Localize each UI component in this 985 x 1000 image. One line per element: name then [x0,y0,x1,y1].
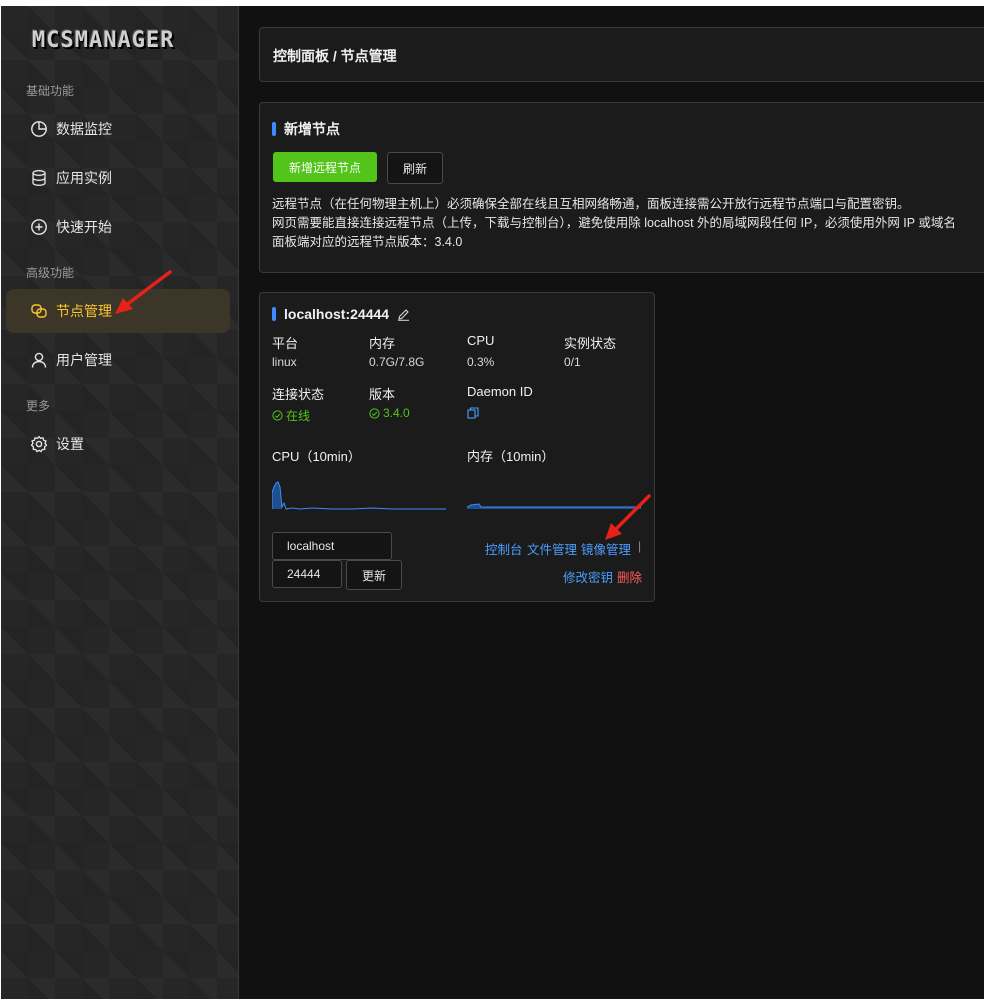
user-icon [30,351,48,369]
plus-circle-icon [30,218,48,236]
sidebar-item-label: 用户管理 [56,352,112,368]
console-link[interactable]: 控制台 [485,539,523,558]
node-title: localhost:24444 [272,306,410,322]
sidebar-item-label: 应用实例 [56,170,112,186]
app-frame: MCSMANAGER 基础功能 数据监控 应用实例 快速开始 高级功能 节点管理… [1,6,984,999]
status-text: 在线 [286,409,311,423]
add-node-card: 新增节点 新增远程节点 刷新 远程节点（在任何物理主机上）必须确保全部在线且互相… [259,102,984,273]
sidebar-item-label: 数据监控 [56,121,112,137]
cpu-value: 0.3% [467,355,495,369]
delete-link[interactable]: 删除 [617,567,642,586]
edit-icon[interactable] [397,308,410,321]
add-node-description-1: 远程节点（在任何物理主机上）必须确保全部在线且互相网络畅通，面板连接需公开放行远… [272,197,910,211]
copy-icon[interactable] [467,406,479,424]
pie-chart-icon [30,120,48,138]
sidebar-item-label: 节点管理 [56,303,112,319]
memory-value: 0.7G/7.8G [369,355,425,369]
daemon-id-label: Daemon ID [467,384,533,399]
instance-status-value: 0/1 [564,355,581,369]
logo: MCSMANAGER [32,28,175,53]
node-card: localhost:24444 平台 linux 内存 0.7G/7.8G CP… [259,292,655,602]
title-marker [272,122,276,136]
update-button[interactable]: 更新 [346,560,402,590]
connection-status-value: 在线 [272,407,310,424]
sidebar-item-instances[interactable]: 应用实例 [6,156,230,200]
version-value: 3.4.0 [369,406,410,420]
sidebar-item-quick-start[interactable]: 快速开始 [6,205,230,249]
version-text: 3.4.0 [383,406,410,420]
gear-icon [30,435,48,453]
card-title: 新增节点 [272,119,340,139]
sidebar: MCSMANAGER 基础功能 数据监控 应用实例 快速开始 高级功能 节点管理… [1,6,239,999]
memory-chart-label: 内存（10min） [467,449,555,464]
sidebar-item-data-monitor[interactable]: 数据监控 [6,107,230,151]
add-node-title: 新增节点 [284,121,340,137]
add-node-description-2: 网页需要能直接连接远程节点（上传，下载与控制台），避免使用除 localhost… [272,216,956,230]
title-marker [272,307,276,321]
check-circle-icon [272,410,283,421]
sidebar-item-settings[interactable]: 设置 [6,422,230,466]
add-remote-node-button[interactable]: 新增远程节点 [273,152,377,182]
platform-value: linux [272,355,297,369]
cpu-sparkline [272,481,446,510]
sidebar-item-user-management[interactable]: 用户管理 [6,338,230,382]
refresh-button[interactable]: 刷新 [387,152,443,184]
check-circle-icon [369,407,380,419]
file-management-link[interactable]: 文件管理 [527,539,577,558]
annotation-arrow-icon [605,494,651,540]
sidebar-item-label: 设置 [56,436,84,452]
sidebar-item-label: 快速开始 [56,219,112,235]
cpu-label: CPU [467,333,495,348]
annotation-arrow-icon [115,270,172,314]
host-input[interactable] [272,532,392,560]
nodes-icon [30,302,48,320]
memory-label: 内存 [369,336,396,351]
database-icon [30,169,48,187]
node-address: localhost:24444 [284,306,390,322]
breadcrumb-card: 控制面板 / 节点管理 [259,27,984,82]
breadcrumb: 控制面板 / 节点管理 [273,48,397,64]
port-input[interactable] [272,560,342,588]
instance-status-label: 实例状态 [564,336,617,351]
platform-label: 平台 [272,336,299,351]
change-key-link[interactable]: 修改密钥 [563,567,613,586]
section-title-advanced: 高级功能 [26,266,75,280]
section-title-basic: 基础功能 [26,84,75,98]
version-label: 版本 [369,387,396,402]
connection-status-label: 连接状态 [272,387,325,402]
section-title-more: 更多 [26,399,51,413]
add-node-version-note: 面板端对应的远程节点版本：3.4.0 [272,235,463,249]
cpu-chart-label: CPU（10min） [272,449,361,464]
